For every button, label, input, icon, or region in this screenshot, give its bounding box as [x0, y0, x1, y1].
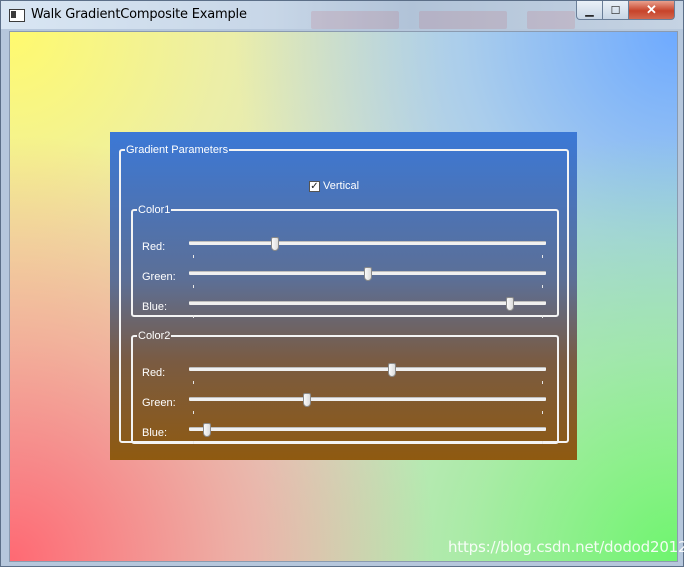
color2-blue-row: Blue: [142, 421, 552, 451]
color1-blue-slider[interactable] [189, 297, 546, 311]
app-window-icon[interactable] [9, 9, 25, 22]
color2-title: Color2 [138, 330, 171, 342]
color1-green-label: Green: [142, 271, 176, 283]
vertical-checkbox-row[interactable]: ✓ Vertical [309, 180, 359, 192]
close-button[interactable]: ✕ [629, 1, 675, 20]
color1-blue-label: Blue: [142, 301, 168, 313]
background-window-ghost [419, 11, 507, 29]
color1-red-slider[interactable] [189, 237, 546, 251]
slider-tick [542, 441, 543, 444]
color1-red-row: Red: [142, 235, 552, 265]
slider-tick [542, 381, 543, 384]
slider-tick [193, 411, 194, 414]
color2-red-label: Red: [142, 367, 166, 379]
slider-tick [193, 255, 194, 258]
slider-tick [542, 255, 543, 258]
watermark-text: https://blog.csdn.net/dodod2012 [448, 538, 684, 556]
slider-thumb[interactable] [270, 237, 279, 251]
minimize-icon: ▁ [585, 4, 594, 17]
gradient-parameters-panel: Gradient Parameters ✓ Vertical Color1 Re… [110, 132, 577, 460]
color1-red-label: Red: [142, 241, 166, 253]
color2-green-slider[interactable] [189, 393, 546, 407]
color2-group: Color2 Red: Green: Blue: [131, 331, 559, 444]
gradient-parameters-title: Gradient Parameters [126, 144, 229, 156]
color1-green-slider[interactable] [189, 267, 546, 281]
slider-thumb[interactable] [363, 267, 372, 281]
color1-group: Color1 Red: Green: Blue: [131, 204, 559, 318]
window-title: Walk GradientComposite Example [31, 7, 247, 22]
color2-blue-label: Blue: [142, 427, 168, 439]
color1-title: Color1 [138, 204, 171, 216]
slider-tick [542, 411, 543, 414]
close-icon: ✕ [646, 2, 657, 17]
gradient-parameters-group: Gradient Parameters ✓ Vertical Color1 Re… [119, 144, 569, 444]
color2-green-label: Green: [142, 397, 176, 409]
slider-tick [542, 285, 543, 288]
gradient-composite-area: Gradient Parameters ✓ Vertical Color1 Re… [9, 31, 678, 562]
minimize-button[interactable]: ▁ [576, 1, 603, 20]
color1-blue-row: Blue: [142, 295, 552, 325]
maximize-icon: ☐ [610, 4, 621, 17]
color2-red-slider[interactable] [189, 363, 546, 377]
color2-red-row: Red: [142, 361, 552, 391]
slider-tick [193, 441, 194, 444]
slider-tick [193, 381, 194, 384]
slider-thumb[interactable] [506, 297, 515, 311]
slider-thumb[interactable] [302, 393, 311, 407]
background-window-ghost [527, 11, 575, 29]
slider-tick [193, 315, 194, 318]
window-controls: ▁ ☐ ✕ [576, 1, 675, 20]
color1-green-row: Green: [142, 265, 552, 295]
color2-green-row: Green: [142, 391, 552, 421]
vertical-label: Vertical [323, 180, 360, 192]
color2-blue-slider[interactable] [189, 423, 546, 437]
main-window: Walk GradientComposite Example ▁ ☐ ✕ Gra… [0, 0, 684, 567]
slider-tick [542, 315, 543, 318]
slider-thumb[interactable] [202, 423, 211, 437]
slider-tick [193, 285, 194, 288]
vertical-checkbox[interactable]: ✓ [309, 180, 320, 192]
slider-thumb[interactable] [388, 363, 397, 377]
maximize-button[interactable]: ☐ [603, 1, 629, 20]
title-bar[interactable]: Walk GradientComposite Example ▁ ☐ ✕ [1, 1, 683, 29]
background-window-ghost [311, 11, 399, 29]
